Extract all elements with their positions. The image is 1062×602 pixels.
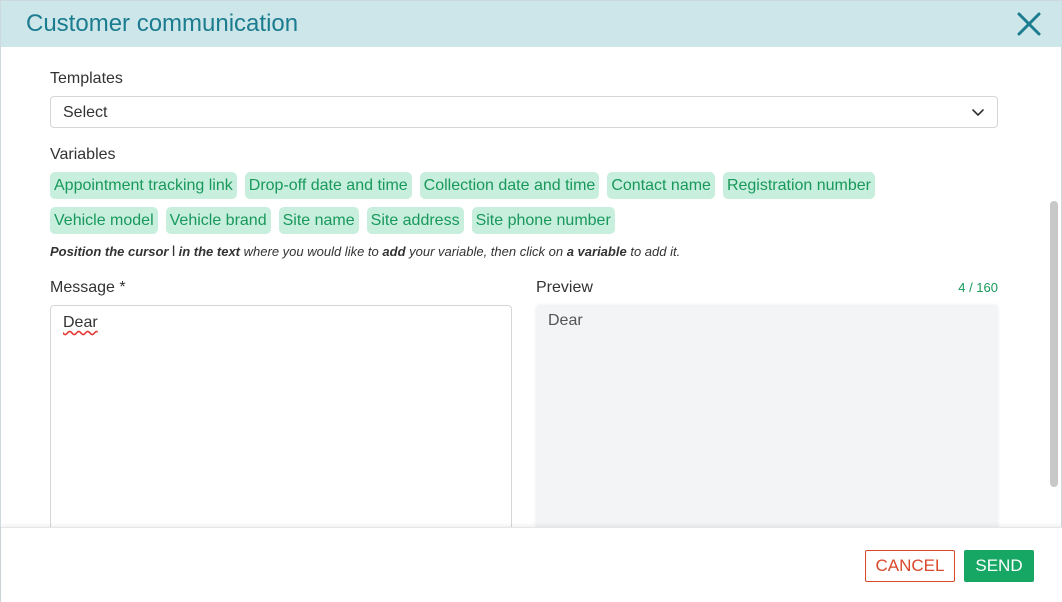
customer-communication-dialog: Customer communication Templates Select …: [0, 0, 1062, 602]
hint-part-7: to add it.: [630, 244, 681, 259]
preview-label: Preview: [536, 279, 593, 296]
templates-select[interactable]: Select: [50, 96, 998, 128]
dialog-title: Customer communication: [26, 10, 299, 37]
variable-chip-appointment-tracking-link[interactable]: Appointment tracking link: [50, 172, 237, 199]
variable-chip-registration-number[interactable]: Registration number: [722, 172, 876, 199]
hint-part-6: a variable: [566, 244, 627, 259]
dialog-content: Templates Select Variables Appointment t…: [1, 47, 1047, 545]
dialog-footer: CANCEL SEND: [1, 527, 1062, 602]
variable-chip-collection-date-time[interactable]: Collection date and time: [419, 172, 600, 199]
preview-panel: Dear: [536, 305, 998, 545]
send-button[interactable]: SEND: [964, 550, 1034, 582]
variable-chip-site-address[interactable]: Site address: [366, 207, 464, 234]
templates-select-value: Select: [63, 104, 108, 121]
scrollbar-thumb[interactable]: [1050, 201, 1058, 487]
message-label: Message *: [50, 279, 126, 296]
variable-chip-site-phone-number[interactable]: Site phone number: [471, 207, 615, 234]
variables-row-1: Appointment tracking link Drop-off date …: [50, 172, 1010, 199]
hint-part-2: in the text: [178, 244, 241, 259]
hint-part-3: where you would like to: [243, 244, 379, 259]
chevron-down-icon: [972, 109, 984, 116]
variable-chip-vehicle-model[interactable]: Vehicle model: [50, 207, 158, 234]
variable-chip-site-name[interactable]: Site name: [278, 207, 359, 234]
message-textarea[interactable]: Dear: [50, 305, 512, 545]
character-counter: 4 / 160: [958, 280, 998, 295]
variables-hint: Position the cursor Iin the text where yo…: [50, 244, 680, 260]
variables-row-2: Vehicle model Vehicle brand Site name Si…: [50, 207, 1010, 234]
preview-text: Dear: [548, 312, 583, 329]
variable-chip-drop-off-date-time[interactable]: Drop-off date and time: [244, 172, 412, 199]
hint-part-4: add: [382, 244, 406, 259]
text-cursor-icon: I: [171, 244, 176, 260]
dialog-header: Customer communication: [1, 1, 1062, 47]
cancel-button[interactable]: CANCEL: [865, 550, 955, 582]
hint-part-1: Position the cursor: [50, 244, 169, 259]
variables-label: Variables: [50, 146, 116, 163]
variable-chip-vehicle-brand[interactable]: Vehicle brand: [165, 207, 271, 234]
templates-label: Templates: [50, 70, 123, 87]
content-scrollbar[interactable]: [1045, 47, 1061, 527]
close-icon[interactable]: [1015, 10, 1043, 38]
hint-part-5: your variable, then click on: [409, 244, 564, 259]
message-text: Dear: [63, 314, 98, 331]
variable-chip-contact-name[interactable]: Contact name: [607, 172, 715, 199]
